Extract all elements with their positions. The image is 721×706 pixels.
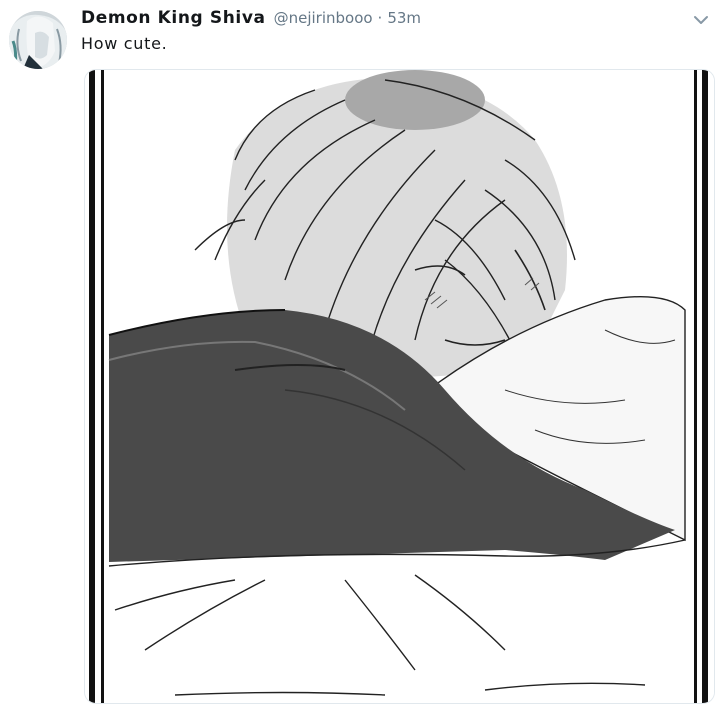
chevron-down-icon[interactable] [691,10,711,30]
display-name[interactable]: Demon King Shiva [81,8,266,28]
user-avatar[interactable] [9,11,67,69]
tweet-header: Demon King Shiva @nejirinbooo · 53m [81,8,421,30]
tweet[interactable]: Demon King Shiva @nejirinbooo · 53m How … [0,0,721,706]
tweet-text: How cute. [81,34,168,53]
timestamp[interactable]: 53m [387,9,421,27]
user-handle[interactable]: @nejirinbooo [274,9,373,27]
separator-dot: · [377,9,383,27]
avatar-image [9,11,67,69]
tweet-media[interactable] [84,69,715,704]
manga-illustration [85,70,714,703]
